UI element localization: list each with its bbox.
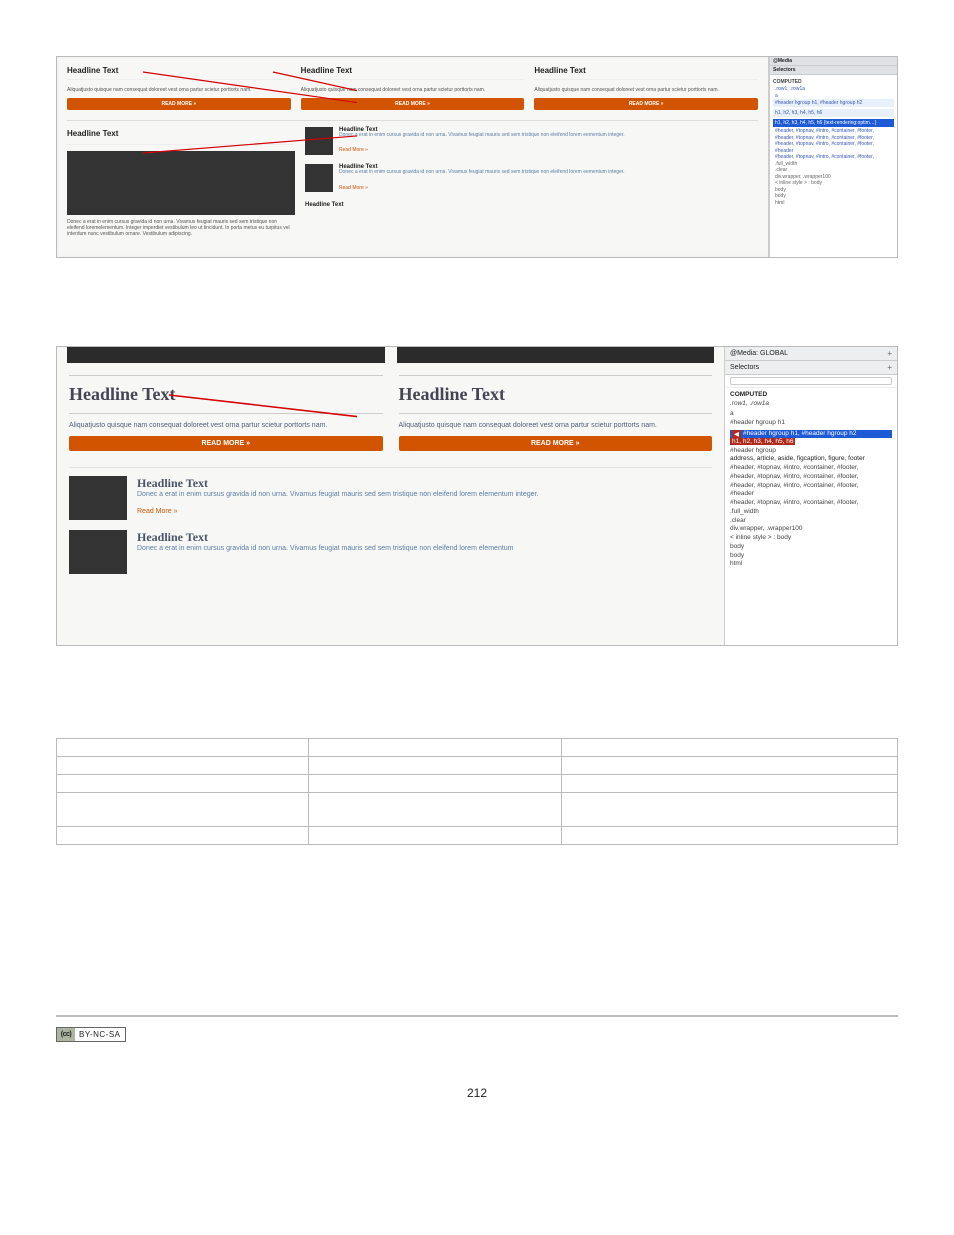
side-list: Headline Text Donec a erat in enim cursu… (305, 127, 758, 237)
screenshot-1-preview: Headline Text Aliquatjusto quisque nam c… (57, 57, 769, 257)
read-more-button[interactable]: READ MORE » (534, 98, 758, 110)
list-item: Headline Text Donec a erat in enim cursu… (69, 530, 712, 574)
list-item: Headline Text Donec a erat in enim cursu… (305, 127, 758, 157)
selector-line[interactable]: #header hgroup (730, 447, 892, 456)
screenshot-2-preview: Headline Text Aliquatjusto quisque nam c… (57, 347, 725, 645)
selector-line[interactable]: #header (730, 490, 892, 499)
selector-line[interactable]: div.wrapper, .wrapper100 (730, 525, 892, 534)
read-more-link[interactable]: Read More » (339, 147, 368, 153)
headline: Headline Text (137, 530, 514, 545)
selector-line[interactable]: body (730, 552, 892, 561)
col-2: Headline Text Aliquatjusto quisque nam c… (301, 64, 525, 110)
selector-line[interactable]: #header hgroup h1, #header hgroup h2 (773, 99, 894, 107)
selector-text: #header hgroup h1, #header hgroup h2 (743, 430, 856, 438)
blurb: Donec a erat in enim cursus gravida id n… (339, 133, 625, 139)
computed-label: COMPUTED (730, 391, 892, 398)
selector-line[interactable]: #header, #topnav, #intro, #container, #f… (730, 473, 892, 482)
table-row (57, 739, 898, 757)
selector-selected[interactable]: ◀#header hgroup h1, #header hgroup h2 (730, 430, 892, 438)
cc-license-badge: (cc) BY-NC-SA (56, 1027, 126, 1042)
plus-icon[interactable]: + (887, 349, 892, 358)
blurb: Aliquatjusto quisque nam consequat dolor… (399, 422, 713, 430)
headline: Headline Text (137, 476, 538, 491)
empty-table (56, 738, 898, 845)
list-item: Headline Text Donec a erat in enim cursu… (69, 476, 712, 520)
selector-line[interactable]: #header hgroup h1 (730, 419, 892, 428)
read-more-link[interactable]: Read More » (339, 185, 368, 191)
dev-panel: @Media: GLOBAL + Selectors + COMPUTED .r… (725, 347, 897, 645)
selector-line[interactable]: .clear (730, 517, 892, 526)
panel-head-media[interactable]: @Media: GLOBAL + (725, 347, 897, 361)
headline: Headline Text (67, 64, 291, 80)
col-3: Headline Text Aliquatjusto quisque nam c… (534, 64, 758, 110)
headline: Headline Text (67, 127, 295, 145)
thumb (69, 530, 127, 574)
selector-line[interactable]: body (730, 543, 892, 552)
plus-icon[interactable]: + (887, 363, 892, 372)
selector-selected-2[interactable]: h1, h2, h3, h4, h5, h6 (730, 438, 795, 445)
headline: Headline Text (534, 64, 758, 80)
headline: Headline Text (399, 375, 713, 414)
selectors-label: Selectors (730, 364, 759, 371)
blurb: Donec a erat in enim cursus gravida id n… (339, 170, 625, 176)
table-row (57, 757, 898, 775)
headline: Headline Text (301, 64, 525, 80)
read-more-button[interactable]: READ MORE » (301, 98, 525, 110)
panel-tab-media[interactable]: @Media (770, 57, 897, 66)
caption: Donec a erat in enim cursus gravida id n… (67, 219, 295, 237)
selector-line[interactable]: h1, h2, h3, h4, h5, h6 (773, 109, 894, 117)
feature-col: Headline Text Donec a erat in enim cursu… (67, 127, 295, 237)
divider (56, 1015, 898, 1017)
col-1: Headline Text Aliquatjusto quisque nam c… (69, 375, 383, 451)
selector-line[interactable]: .full_width (730, 508, 892, 517)
selector-line[interactable]: html (730, 560, 892, 569)
blurb: Aliquatjusto quisque nam consequat dolor… (534, 88, 758, 94)
read-more-button[interactable]: READ MORE » (67, 98, 291, 110)
panel-tab-selectors[interactable]: Selectors (770, 66, 897, 75)
screenshot-1: Headline Text Aliquatjusto quisque nam c… (56, 56, 898, 258)
read-more-button[interactable]: READ MORE » (399, 436, 713, 451)
blurb: Aliquatjusto quisque nam consequat dolor… (69, 422, 383, 430)
selector-line[interactable]: html (773, 200, 894, 207)
headline: Headline Text (305, 202, 344, 208)
cc-text: BY-NC-SA (75, 1030, 125, 1039)
cc-icon: (cc) (57, 1028, 75, 1041)
col-1: Headline Text Aliquatjusto quisque nam c… (67, 64, 291, 110)
col-2: Headline Text Aliquatjusto quisque nam c… (399, 375, 713, 451)
blurb: Aliquatjusto quisque nam consequat dolor… (67, 88, 291, 94)
table-row (57, 827, 898, 845)
blurb: Donec a erat in enim cursus gravida id n… (137, 491, 538, 500)
list-item: Headline Text (305, 202, 758, 208)
list-item: Headline Text Donec a erat in enim cursu… (305, 164, 758, 194)
selector-line[interactable]: #header, #topnav, #intro, #container, #f… (730, 464, 892, 473)
computed-label: COMPUTED (773, 79, 894, 85)
selector-search[interactable] (725, 375, 897, 388)
dev-panel: @Media Selectors COMPUTED .row1, .row1a … (769, 57, 897, 257)
headline: Headline Text (69, 375, 383, 414)
read-more-link[interactable]: Read More » (137, 508, 177, 515)
image-placeholder (397, 347, 715, 363)
media-label: @Media: GLOBAL (730, 350, 788, 357)
thumb (305, 127, 333, 155)
selector-line[interactable]: address, article, aside, figcaption, fig… (730, 455, 892, 464)
blurb: Aliquatjusto quisque nam consequat dolor… (301, 88, 525, 94)
table-row (57, 793, 898, 827)
feature-image (67, 151, 295, 215)
selector-selected[interactable]: h1, h2, h3, h4, h5, h6 {text-rendering:o… (773, 119, 894, 127)
read-more-button[interactable]: READ MORE » (69, 436, 383, 451)
panel-head-selectors[interactable]: Selectors + (725, 361, 897, 375)
page-number: 212 (56, 1086, 898, 1100)
selector-line[interactable]: #header, #topnav, #intro, #container, #f… (730, 499, 892, 508)
selector-line[interactable]: < inline style > : body (730, 534, 892, 543)
selector-line[interactable]: .row1, .row1a (730, 400, 892, 407)
table-row (57, 775, 898, 793)
item-list: Headline Text Donec a erat in enim cursu… (57, 476, 724, 574)
selector-line[interactable]: #header, #topnav, #intro, #container, #f… (730, 482, 892, 491)
thumb (305, 164, 333, 192)
thumb (69, 476, 127, 520)
image-placeholder (67, 347, 385, 363)
selector-line[interactable]: a (730, 410, 892, 419)
blurb: Donec a erat in enim cursus gravida id n… (137, 545, 514, 554)
screenshot-2: Headline Text Aliquatjusto quisque nam c… (56, 346, 898, 646)
